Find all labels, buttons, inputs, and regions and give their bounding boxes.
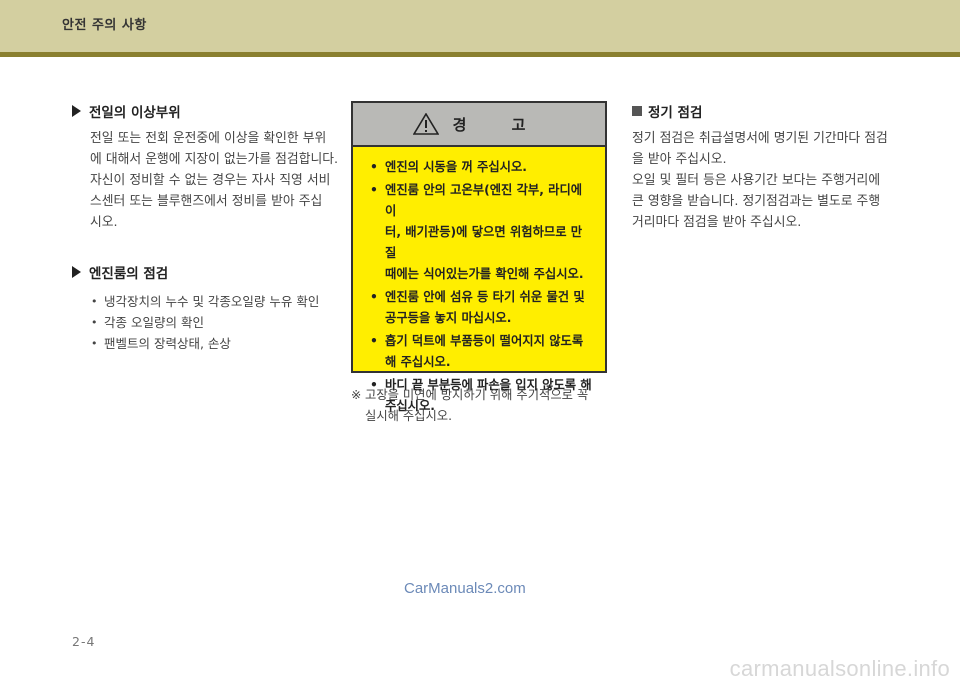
- paragraph-line: 을 받아 주십시오.: [632, 152, 727, 167]
- paragraph-line: 시오.: [90, 215, 118, 230]
- list-item: 각종 오일량의 확인: [90, 312, 342, 333]
- warning-list: 엔진의 시동을 꺼 주십시오. 엔진룸 안의 고온부(엔진 각부, 라디에이터,…: [367, 157, 593, 417]
- warning-header: 경 고: [353, 103, 605, 147]
- page-section-title: 안전 주의 사항: [62, 18, 147, 33]
- footer-watermark: carmanualsonline.info: [729, 656, 950, 681]
- header-bar: 안전 주의 사항: [0, 0, 960, 52]
- warning-title: 경 고: [452, 115, 546, 134]
- paragraph-line: 에 대해서 운행에 지장이 없는가를 점검합니다.: [90, 152, 339, 167]
- list-item: 냉각장치의 누수 및 각종오일량 누유 확인: [90, 291, 342, 312]
- warning-line: 공구등을 놓지 마십시오.: [385, 311, 512, 325]
- site-watermark: CarManuals2.com: [404, 580, 526, 597]
- left-column: 전일의 이상부위 전일 또는 전회 운전중에 이상을 확인한 부위 에 대해서 …: [72, 100, 342, 354]
- warning-line: 엔진의 시동을 꺼 주십시오.: [385, 160, 527, 174]
- note-line: 실시해 주십시오.: [365, 409, 453, 423]
- maintenance-note: ※ 고장을 미연에 방지하기 위해 주기적으로 꼭 실시해 주십시오.: [351, 385, 609, 427]
- periodic-inspection-paragraph: 정기 점검은 취급설명서에 명기된 기간마다 점검 을 받아 주십시오. 오일 …: [632, 128, 894, 233]
- note-line: 고장을 미연에 방지하기 위해 주기적으로 꼭: [365, 388, 589, 402]
- section-heading-previous-defects: 전일의 이상부위: [72, 100, 342, 122]
- warning-triangle-icon: [412, 113, 439, 135]
- warning-line: 때에는 식어있는가를 확인해 주십시오.: [385, 267, 584, 281]
- warning-item: 엔진룸 안에 섬유 등 타기 쉬운 물건 및공구등을 놓지 마십시오.: [367, 287, 593, 329]
- square-bullet-icon: [632, 106, 642, 116]
- warning-item: 엔진룸 안의 고온부(엔진 각부, 라디에이터, 배기관등)에 닿으면 위험하므…: [367, 180, 593, 285]
- paragraph-line: 큰 영향을 받습니다. 정기점검과는 별도로 주행: [632, 194, 881, 209]
- section1-paragraph: 전일 또는 전회 운전중에 이상을 확인한 부위 에 대해서 운행에 지장이 없…: [90, 128, 342, 233]
- section-heading-periodic-inspection: 정기 점검: [632, 100, 894, 122]
- triangle-bullet-icon: [72, 266, 81, 278]
- paragraph-line: 자신이 정비할 수 없는 경우는 자사 직영 서비: [90, 173, 331, 188]
- paragraph-line: 거리마다 점검을 받아 주십시오.: [632, 215, 802, 230]
- paragraph-line: 정기 점검은 취급설명서에 명기된 기간마다 점검: [632, 131, 888, 146]
- section-heading-text: 엔진룸의 점검: [89, 266, 169, 282]
- warning-box: 경 고 엔진의 시동을 꺼 주십시오. 엔진룸 안의 고온부(엔진 각부, 라디…: [351, 101, 607, 413]
- warning-item: 엔진의 시동을 꺼 주십시오.: [367, 157, 593, 178]
- warning-line: 엔진룸 안에 섬유 등 타기 쉬운 물건 및: [385, 290, 585, 304]
- list-item: 팬벨트의 장력상태, 손상: [90, 333, 342, 354]
- section-heading-text: 정기 점검: [648, 105, 703, 121]
- warning-line: 터, 배기관등)에 닿으면 위험하므로 만질: [385, 225, 583, 260]
- paragraph-line: 오일 및 필터 등은 사용기간 보다는 주행거리에: [632, 173, 881, 188]
- warning-item: 흡기 덕트에 부품등이 떨어지지 않도록해 주십시오.: [367, 331, 593, 373]
- section-heading-engine-room: 엔진룸의 점검: [72, 261, 342, 283]
- reference-mark: ※: [351, 388, 362, 402]
- page-number: 2-4: [72, 634, 96, 649]
- engine-room-checklist: 냉각장치의 누수 및 각종오일량 누유 확인 각종 오일량의 확인 팬벨트의 장…: [90, 291, 342, 354]
- header-divider: [0, 52, 960, 57]
- right-column: 정기 점검 정기 점검은 취급설명서에 명기된 기간마다 점검 을 받아 주십시…: [632, 100, 894, 233]
- warning-line: 해 주십시오.: [385, 355, 451, 369]
- paragraph-line: 스센터 또는 블루핸즈에서 정비를 받아 주십: [90, 194, 323, 209]
- warning-line: 엔진룸 안의 고온부(엔진 각부, 라디에이: [385, 183, 583, 218]
- section-heading-text: 전일의 이상부위: [89, 105, 181, 121]
- triangle-bullet-icon: [72, 105, 81, 117]
- paragraph-line: 전일 또는 전회 운전중에 이상을 확인한 부위: [90, 131, 327, 146]
- warning-line: 흡기 덕트에 부품등이 떨어지지 않도록: [385, 334, 584, 348]
